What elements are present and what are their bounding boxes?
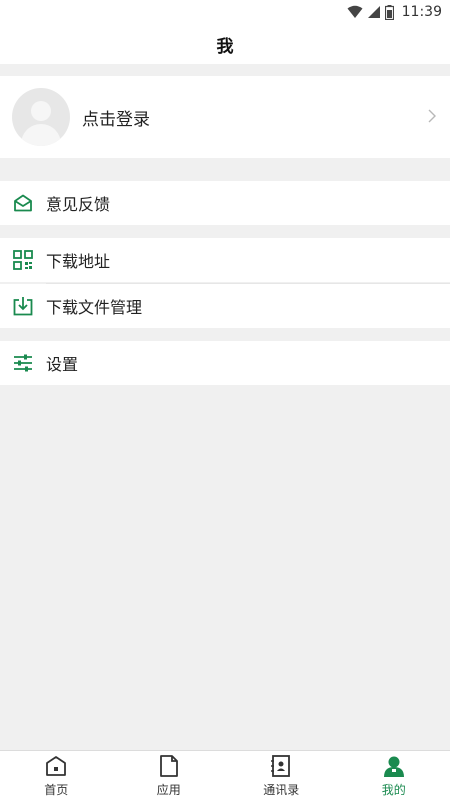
tab-contacts[interactable]: 通讯录 [225, 751, 338, 800]
tab-label-contacts: 通讯录 [263, 782, 300, 797]
page-title-bar: 我 [0, 24, 450, 64]
chevron-right-icon [428, 107, 436, 128]
page-title: 我 [216, 36, 234, 57]
bottom-tab-bar: 首页 应用 通讯录 我的 [0, 750, 450, 800]
envelope-icon [12, 192, 34, 214]
signal-icon [367, 5, 381, 19]
menu-label-download-files: 下载文件管理 [46, 298, 143, 317]
tab-label-apps: 应用 [156, 782, 181, 797]
menu-label-feedback: 意见反馈 [46, 195, 111, 214]
home-icon [44, 754, 68, 778]
menu-label-settings: 设置 [46, 355, 79, 374]
status-bar: 11:39 [0, 0, 450, 24]
status-time: 11:39 [401, 4, 442, 20]
wifi-icon [347, 5, 363, 19]
tab-label-home: 首页 [44, 782, 69, 797]
contacts-icon [269, 754, 293, 778]
avatar[interactable] [12, 88, 70, 146]
qr-code-icon [12, 249, 34, 271]
tab-label-mine: 我的 [381, 782, 406, 797]
menu-item-download-files[interactable]: 下载文件管理 [0, 284, 450, 328]
menu-item-feedback[interactable]: 意见反馈 [0, 181, 450, 225]
tab-mine[interactable]: 我的 [338, 751, 450, 800]
login-row[interactable]: 点击登录 [0, 76, 450, 158]
person-icon [382, 754, 406, 778]
tab-apps[interactable]: 应用 [113, 751, 226, 800]
sliders-icon [12, 352, 34, 374]
battery-icon [384, 4, 394, 20]
tab-home[interactable]: 首页 [0, 751, 113, 800]
menu-item-download-address[interactable]: 下载地址 [0, 238, 450, 282]
menu-label-download-address: 下载地址 [46, 252, 111, 271]
document-icon [157, 754, 181, 778]
menu-item-settings[interactable]: 设置 [0, 341, 450, 385]
download-icon [12, 295, 34, 317]
login-label: 点击登录 [82, 109, 150, 130]
